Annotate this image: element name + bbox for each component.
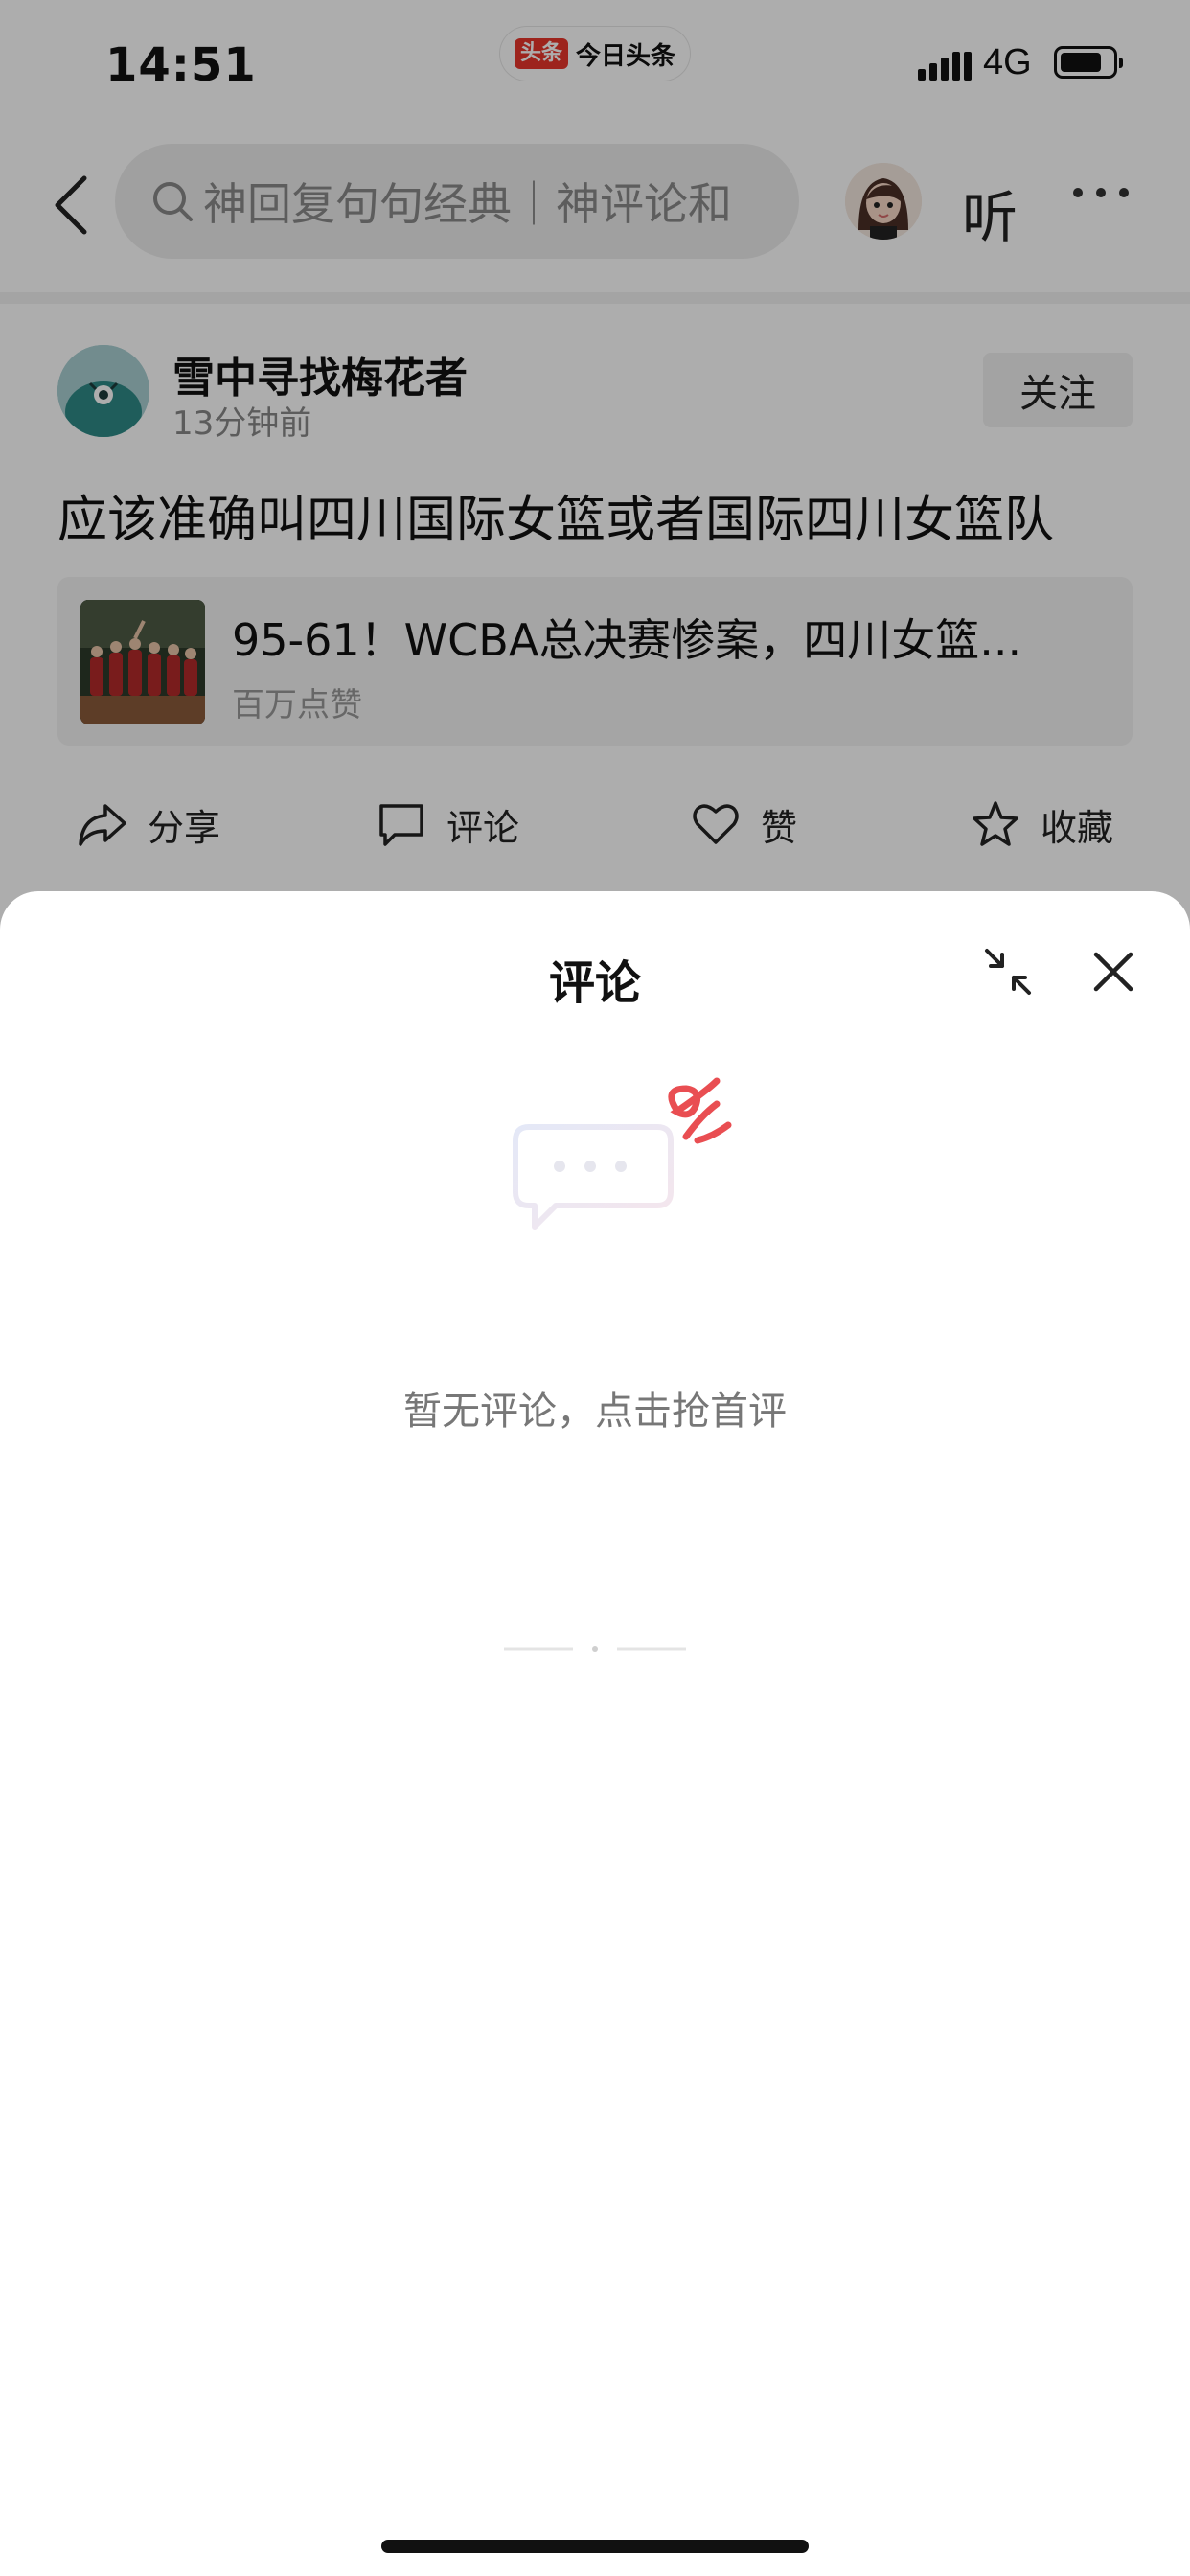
empty-comments-text[interactable]: 暂无评论，点击抢首评 xyxy=(0,1380,1190,1436)
collapse-button[interactable] xyxy=(981,945,1035,999)
comment-sheet: 评论 暂无评论，点击抢首评 xyxy=(0,891,1190,2576)
close-icon xyxy=(1093,952,1133,992)
close-button[interactable] xyxy=(1085,943,1142,1000)
chat-bubble-icon xyxy=(513,1077,732,1230)
empty-comments-illustration xyxy=(498,1073,767,1265)
home-indicator[interactable] xyxy=(381,2540,809,2553)
collapse-icon xyxy=(985,949,1031,995)
loading-indicator xyxy=(504,1639,686,1652)
